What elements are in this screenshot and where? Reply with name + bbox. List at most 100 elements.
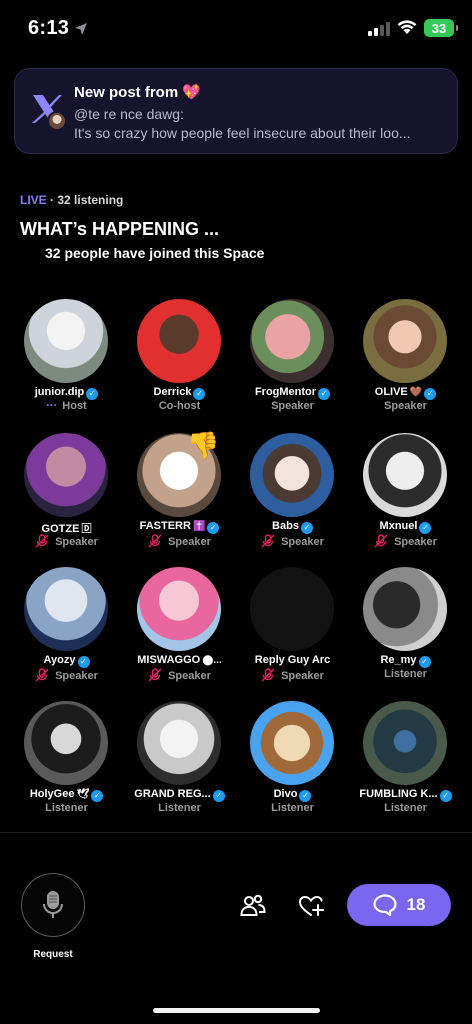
participant-avatar[interactable] (250, 299, 334, 383)
participant-role: Speaker (236, 400, 349, 412)
participant-role-text: Speaker (394, 536, 437, 548)
muted-mic-icon (148, 668, 162, 682)
participant-card[interactable]: HolyGee 🕊 ✓ Listener (10, 698, 123, 824)
participant-name: Mxnuel ✓ (349, 520, 462, 534)
comments-button[interactable]: 18 (347, 884, 451, 926)
participant-name-text: junior.dip (34, 386, 85, 398)
participant-avatar[interactable] (363, 701, 447, 785)
participant-card[interactable]: OLIVE 🤎 ✓ Speaker (349, 296, 462, 422)
participant-name: MISWAGGO ⬤... (123, 654, 236, 666)
participant-card[interactable]: Babs ✓ Speaker (236, 430, 349, 556)
banner-title: New post from 💖 (74, 83, 201, 101)
participant-name-text: GRAND REG... (134, 788, 211, 800)
participant-name: Divo ✓ (236, 788, 349, 802)
participant-role-text: Co-host (158, 400, 201, 412)
participant-role: Speaker (123, 534, 236, 548)
participant-card[interactable]: GRAND REG... ✓ Listener (123, 698, 236, 824)
verified-badge-icon: ✓ (86, 388, 99, 400)
banner-text: It's so crazy how people feel insecure a… (74, 125, 411, 141)
wifi-icon (397, 20, 417, 34)
participant-card[interactable]: junior.dip ✓ ··· Host (10, 296, 123, 422)
request-mic-button[interactable] (21, 873, 85, 937)
participant-card[interactable]: Derrick ✓ Co-host (123, 296, 236, 422)
participant-name-text: Derrick (153, 386, 192, 398)
participant-name: GRAND REG... ✓ (123, 788, 236, 802)
participant-name-text: MISWAGGO (137, 654, 201, 666)
notification-banner[interactable]: New post from 💖 @te re nce dawg: It's so… (14, 68, 458, 154)
participant-role: Listener (123, 802, 236, 814)
participant-card[interactable]: FUMBLING K... ✓ Listener (349, 698, 462, 824)
participant-card[interactable]: GOTZE 🄳 Speaker (10, 430, 123, 556)
participant-card[interactable]: FrogMentor ✓ Speaker (236, 296, 349, 422)
participant-card[interactable]: 👎 FASTERR ✝️ ✓ Speaker (123, 430, 236, 556)
participant-name-text: Reply Guy Arc (254, 654, 331, 666)
participant-avatar[interactable] (24, 433, 108, 517)
participant-card[interactable]: Reply Guy Arc Speaker (236, 564, 349, 690)
muted-mic-icon (374, 534, 388, 548)
location-arrow-icon (75, 23, 87, 35)
participant-role-text: Speaker (168, 536, 211, 548)
verified-badge-icon: ✓ (419, 522, 432, 534)
participant-card[interactable]: Re_my ✓ Listener (349, 564, 462, 690)
muted-mic-icon (261, 668, 275, 682)
verified-badge-icon: ✓ (318, 388, 331, 400)
verified-badge-icon: ✓ (418, 656, 431, 668)
participant-role: Speaker (236, 668, 349, 682)
participant-name: FrogMentor ✓ (236, 386, 349, 400)
participant-avatar[interactable] (137, 701, 221, 785)
participant-name: Re_my ✓ (349, 654, 462, 668)
participant-avatar[interactable] (24, 567, 108, 651)
heart-plus-icon[interactable] (298, 893, 324, 919)
live-label: LIVE (20, 193, 47, 207)
participant-name-text: Ayozy (43, 654, 76, 666)
participant-name: FUMBLING K... ✓ (349, 788, 462, 802)
comment-bubble-icon (372, 894, 397, 916)
people-icon[interactable] (240, 893, 266, 919)
participant-role: Co-host (123, 400, 236, 412)
participant-name: OLIVE 🤎 ✓ (349, 386, 462, 400)
participant-name: Ayozy ✓ (10, 654, 123, 668)
bottom-divider (0, 832, 472, 833)
muted-mic-icon (148, 534, 162, 548)
verified-badge-icon: ✓ (300, 522, 313, 534)
participant-card[interactable]: Divo ✓ Listener (236, 698, 349, 824)
banner-handle: @te re nce dawg: (74, 106, 184, 122)
participant-card[interactable]: Mxnuel ✓ Speaker (349, 430, 462, 556)
status-bar: 6:13 33 (0, 0, 472, 60)
muted-mic-icon (35, 668, 49, 682)
banner-author-avatar (47, 111, 67, 131)
participant-name: Reply Guy Arc (236, 654, 349, 666)
participant-name: junior.dip ✓ (10, 386, 123, 400)
participant-avatar[interactable] (137, 299, 221, 383)
live-status: LIVE · 32 listening (20, 193, 123, 207)
participant-role-text: Speaker (281, 536, 324, 548)
participant-emoji-badge: 🕊 (76, 789, 90, 800)
banner-title-text: New post from (74, 84, 179, 101)
participant-avatar[interactable] (250, 567, 334, 651)
participant-card[interactable]: Ayozy ✓ Speaker (10, 564, 123, 690)
participant-avatar[interactable] (363, 433, 447, 517)
participant-name: GOTZE 🄳 (10, 520, 123, 535)
participant-name-text: HolyGee (29, 788, 75, 800)
participant-avatar[interactable] (363, 567, 447, 651)
participant-role-text: Speaker (55, 536, 98, 548)
participant-avatar[interactable] (250, 433, 334, 517)
participant-avatar[interactable] (363, 299, 447, 383)
participant-card[interactable]: MISWAGGO ⬤... Speaker (123, 564, 236, 690)
participant-name-text: OLIVE (374, 386, 408, 398)
participant-role: Speaker (349, 534, 462, 548)
participant-name: HolyGee 🕊 ✓ (10, 788, 123, 802)
participant-avatar[interactable] (137, 567, 221, 651)
participant-role: Speaker (10, 668, 123, 682)
participant-name: Derrick ✓ (123, 386, 236, 400)
participant-role-text: Speaker (384, 400, 427, 412)
participant-avatar[interactable] (250, 701, 334, 785)
microphone-icon (43, 891, 63, 918)
participant-role-text: Listener (384, 668, 427, 680)
space-subtitle: 32 people have joined this Space (45, 245, 265, 261)
request-label: Request (33, 949, 73, 960)
verified-badge-icon: ✓ (77, 656, 90, 668)
verified-badge-icon: ✓ (439, 790, 452, 802)
participant-avatar[interactable] (24, 701, 108, 785)
participant-avatar[interactable] (24, 299, 108, 383)
